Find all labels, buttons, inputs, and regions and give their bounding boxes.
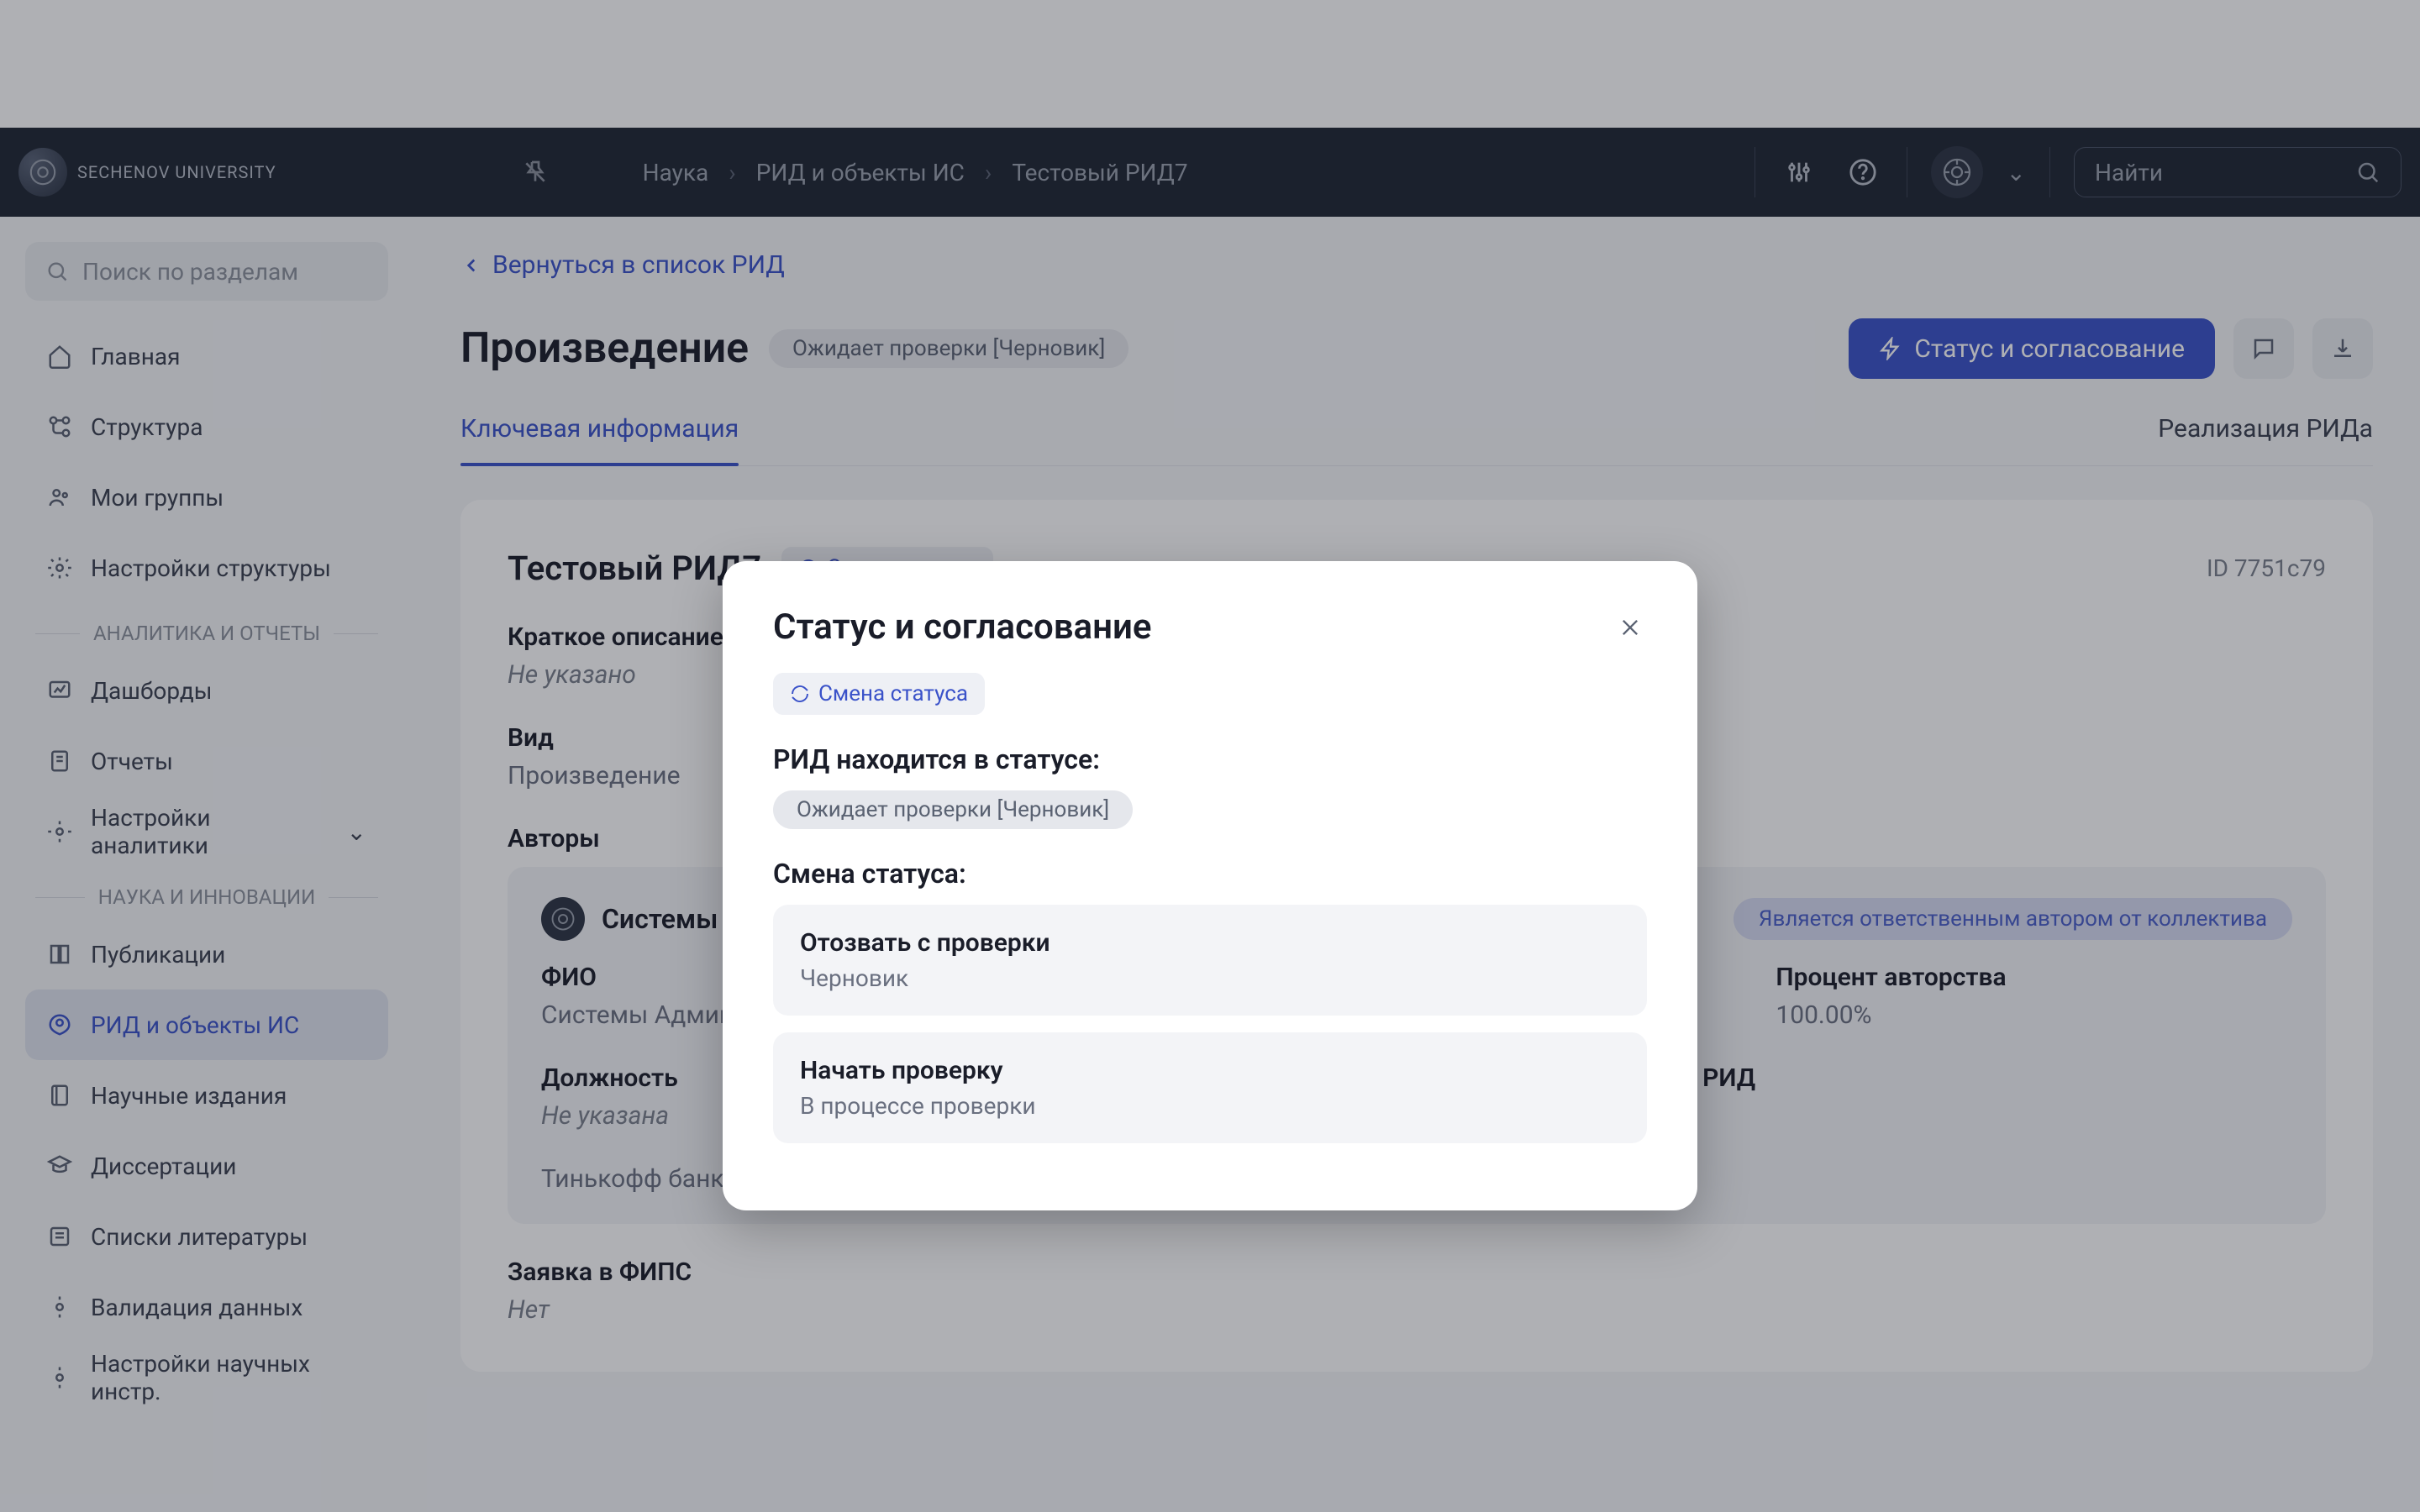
current-status-value: Ожидает проверки [Черновик] <box>773 790 1133 829</box>
status-option-withdraw[interactable]: Отозвать с проверки Черновик <box>773 905 1647 1016</box>
modal-change-status-pill[interactable]: Смена статуса <box>773 673 985 715</box>
change-status-label: Смена статуса: <box>773 858 1647 890</box>
modal-title: Статус и согласование <box>773 606 1151 648</box>
status-modal: Статус и согласование Смена статуса РИД … <box>723 561 1697 1210</box>
current-status-label: РИД находится в статусе: <box>773 743 1647 775</box>
status-option-start-review[interactable]: Начать проверку В процессе проверки <box>773 1032 1647 1143</box>
close-icon[interactable] <box>1613 611 1647 644</box>
